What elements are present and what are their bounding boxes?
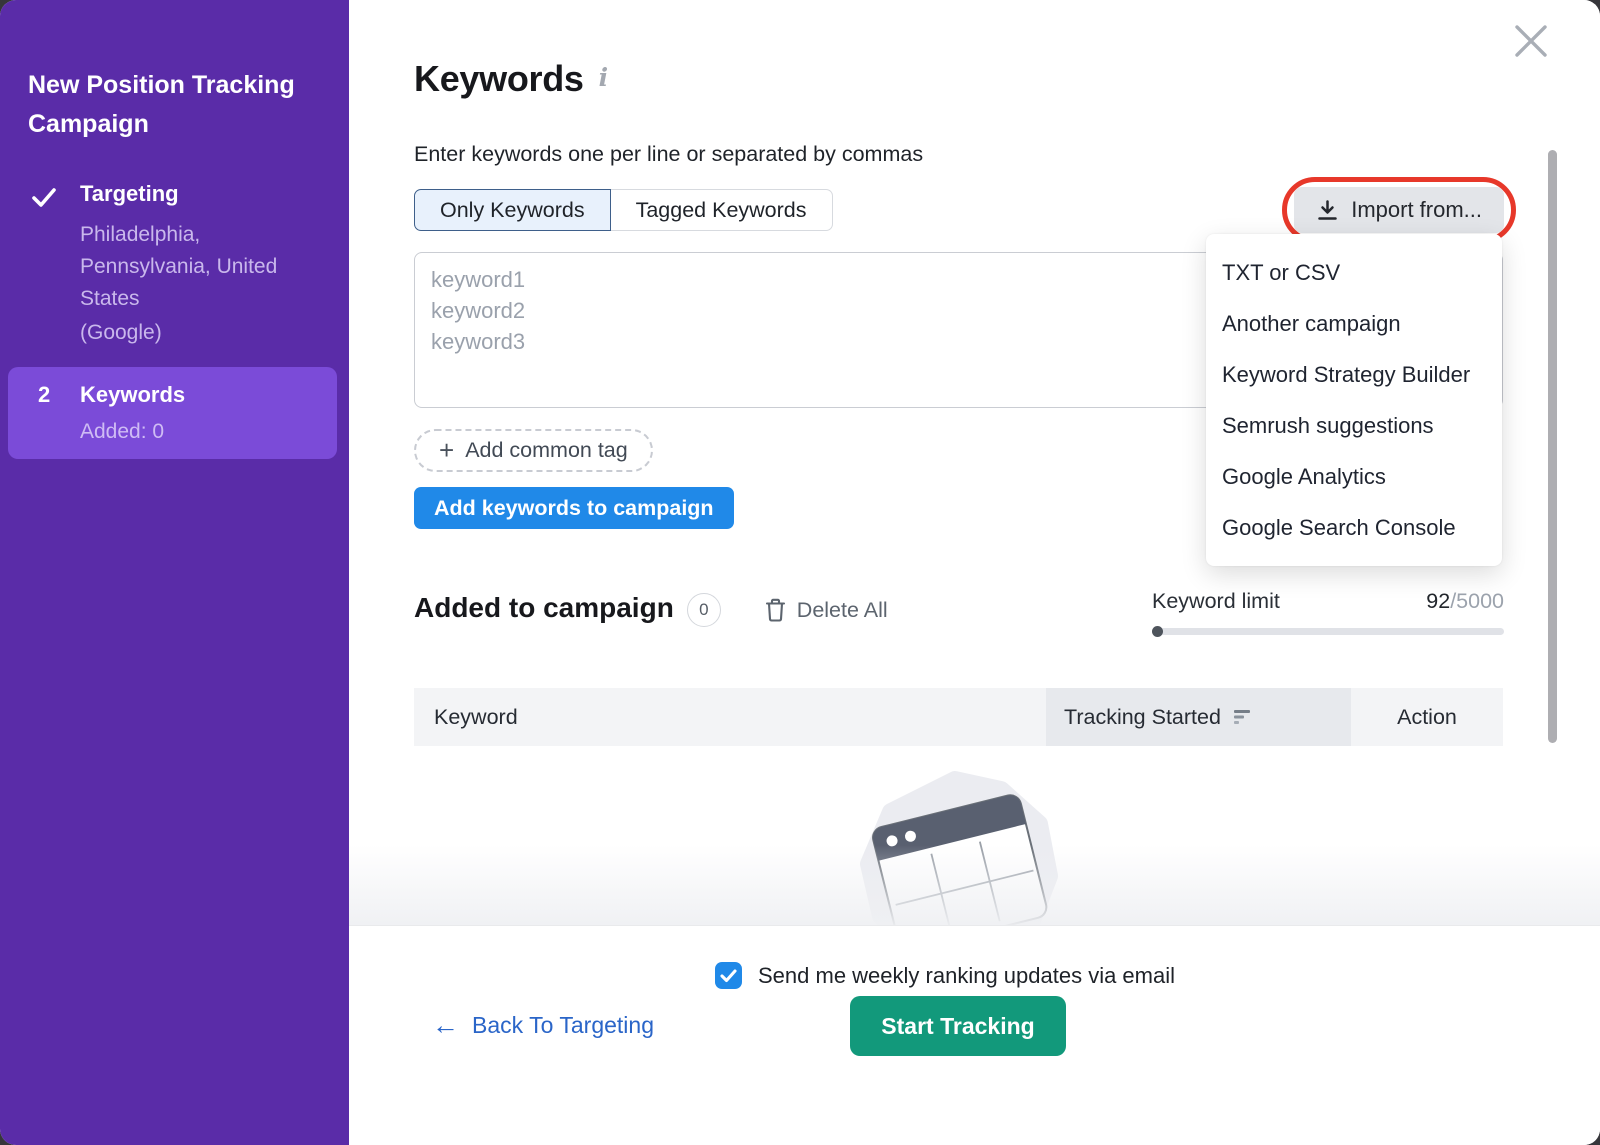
arrow-left-icon: ← [432, 1012, 459, 1039]
close-icon[interactable] [1512, 22, 1550, 60]
download-icon [1316, 199, 1339, 222]
keyword-limit-total: /5000 [1450, 589, 1504, 613]
add-common-tag-label: Add common tag [465, 438, 628, 463]
sidebar-step-keywords[interactable]: 2 Keywords Added: 0 [8, 367, 337, 459]
new-campaign-modal: New Position Tracking Campaign Targeting… [0, 0, 1600, 1145]
keywords-added-count: Added: 0 [80, 420, 164, 444]
keywords-hint: Enter keywords one per line or separated… [414, 142, 923, 167]
page-title: Keywordsi [414, 58, 608, 100]
column-header-action: Action [1351, 688, 1503, 746]
targeting-location-summary: Philadelphia, Pennsylvania, United State… [80, 219, 318, 315]
added-count-badge: 0 [687, 593, 721, 627]
checkmark-icon [720, 969, 737, 983]
added-to-campaign-title: Added to campaign [414, 592, 674, 624]
column-header-keyword: Keyword [414, 688, 1046, 746]
campaign-title: New Position Tracking Campaign [28, 66, 333, 144]
menu-item-another-campaign[interactable]: Another campaign [1206, 298, 1502, 349]
step-number: 2 [38, 382, 50, 408]
email-optin[interactable]: Send me weekly ranking updates via email [715, 962, 1175, 989]
add-common-tag-button[interactable]: + Add common tag [414, 429, 653, 472]
info-icon[interactable]: i [599, 63, 608, 92]
email-optin-label: Send me weekly ranking updates via email [758, 963, 1175, 989]
keyword-limit-progress-dot [1152, 626, 1163, 637]
added-to-campaign-header: Added to campaign 0 Delete All [414, 589, 888, 627]
delete-all-label: Delete All [797, 598, 888, 623]
modal-footer: Send me weekly ranking updates via email… [349, 925, 1600, 1145]
column-header-tracking-started[interactable]: Tracking Started [1046, 688, 1351, 746]
step-keywords-label: Keywords [80, 382, 185, 408]
email-optin-checkbox[interactable] [715, 962, 742, 989]
keywords-mode-tabs: Only Keywords Tagged Keywords [414, 189, 833, 231]
step-complete-check-icon [31, 184, 57, 210]
targeting-engine-summary: (Google) [80, 321, 162, 345]
menu-item-keyword-strategy-builder[interactable]: Keyword Strategy Builder [1206, 349, 1502, 400]
keywords-table-header: Keyword Tracking Started Action [414, 688, 1503, 746]
start-tracking-button[interactable]: Start Tracking [850, 996, 1066, 1056]
delete-all-button[interactable]: Delete All [765, 598, 888, 623]
menu-item-txt-csv[interactable]: TXT or CSV [1206, 247, 1502, 298]
trash-icon [765, 598, 786, 622]
sort-icon [1234, 709, 1251, 725]
menu-item-google-analytics[interactable]: Google Analytics [1206, 451, 1502, 502]
vertical-scrollbar-thumb[interactable] [1548, 150, 1557, 743]
keyword-limit: Keyword limit 92/5000 [1152, 589, 1504, 635]
add-keywords-to-campaign-button[interactable]: Add keywords to campaign [414, 487, 734, 529]
import-from-menu: TXT or CSV Another campaign Keyword Stra… [1206, 234, 1502, 566]
plus-icon: + [439, 437, 454, 463]
content-fade [349, 845, 1600, 925]
back-to-targeting-label: Back To Targeting [472, 1012, 654, 1039]
tab-only-keywords[interactable]: Only Keywords [414, 189, 611, 231]
keyword-limit-label: Keyword limit [1152, 589, 1280, 614]
menu-item-semrush-suggestions[interactable]: Semrush suggestions [1206, 400, 1502, 451]
keywords-panel: Keywordsi Enter keywords one per line or… [349, 0, 1600, 1145]
campaign-steps-sidebar: New Position Tracking Campaign Targeting… [0, 0, 349, 1145]
keyword-limit-progressbar [1152, 628, 1504, 635]
back-to-targeting-link[interactable]: ← Back To Targeting [432, 1012, 654, 1039]
tab-tagged-keywords[interactable]: Tagged Keywords [611, 189, 833, 231]
keyword-limit-used: 92 [1426, 589, 1450, 613]
sidebar-step-targeting[interactable]: Targeting [80, 181, 179, 207]
keyword-limit-value: 92/5000 [1426, 589, 1504, 614]
import-from-button[interactable]: Import from... [1294, 187, 1504, 233]
import-from-label: Import from... [1351, 197, 1482, 223]
menu-item-google-search-console[interactable]: Google Search Console [1206, 502, 1502, 553]
